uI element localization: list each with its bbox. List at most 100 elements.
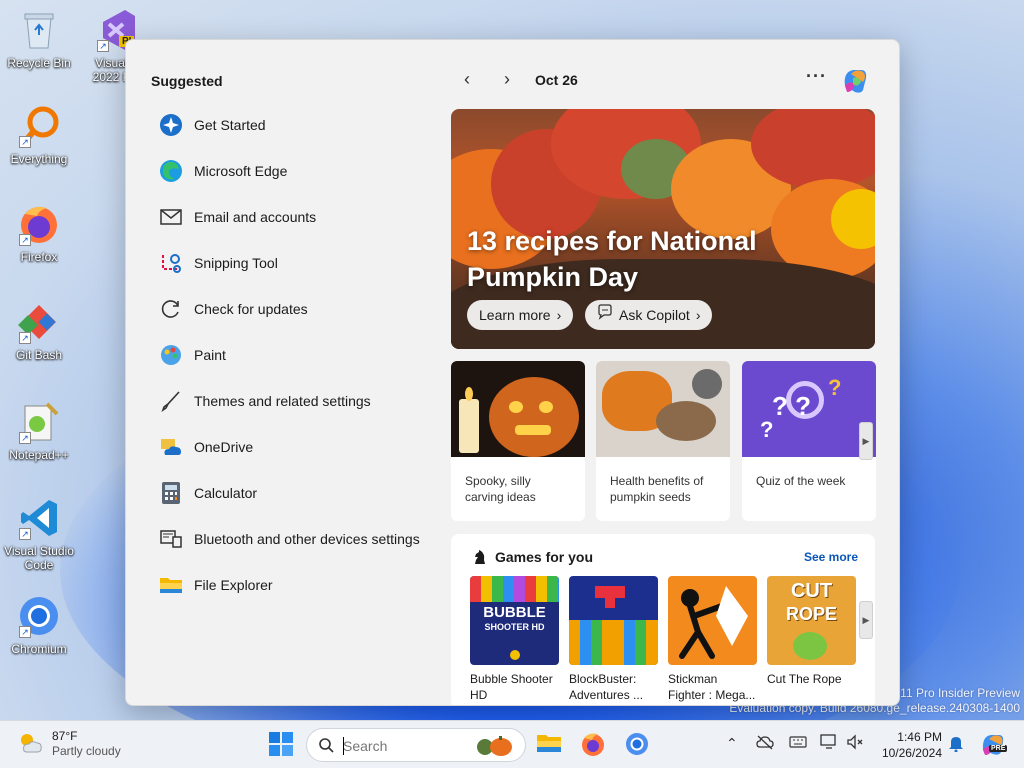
card-caption: Quiz of the week [756, 474, 846, 488]
suggested-item-label: Calculator [194, 485, 258, 501]
desktop-icon-chromium[interactable]: ↗ Chromium [0, 594, 78, 656]
suggested-item-label: File Explorer [194, 577, 273, 593]
games-scroll-right-button[interactable]: ▶ [859, 601, 873, 639]
news-card-carving[interactable]: Spooky, silly carving ideas [451, 361, 585, 521]
folder-icon [158, 572, 184, 598]
next-day-button[interactable]: › [495, 68, 519, 92]
desktop-icon-label: Visual Studio Code [4, 544, 74, 572]
learn-more-label: Learn more [479, 307, 551, 323]
desktop-icon-everything[interactable]: ↗ Everything [0, 104, 78, 166]
file-explorer-taskbar-icon[interactable] [536, 731, 564, 759]
clock-date: 10/26/2024 [881, 746, 942, 760]
keyboard-icon[interactable] [789, 735, 807, 752]
game-bubble-shooter[interactable]: BUBBLE SHOOTER HD Bubble Shooter HD [470, 576, 559, 703]
firefox-icon: ↗ [17, 202, 61, 246]
refresh-icon [158, 296, 184, 322]
copilot-icon[interactable] [839, 64, 871, 96]
shortcut-arrow-icon: ↗ [19, 332, 31, 344]
mail-icon [158, 204, 184, 230]
card-image [596, 361, 730, 457]
copilot-taskbar-icon[interactable]: PRE [979, 730, 1008, 758]
suggested-item-bluetooth[interactable]: Bluetooth and other devices settings [158, 516, 438, 562]
watermark-line1: 11 Pro Insider Preview [900, 686, 1020, 700]
suggested-item-onedrive[interactable]: OneDrive [158, 424, 438, 470]
cloud-offline-icon[interactable] [756, 734, 774, 753]
notepad-plus-plus-icon: ↗ [17, 400, 61, 444]
volume-muted-icon[interactable] [846, 734, 864, 753]
game-title: Cut The Rope [767, 672, 842, 686]
suggested-title: Suggested [151, 73, 223, 89]
suggested-item-label: Themes and related settings [194, 393, 371, 409]
suggested-item-email[interactable]: Email and accounts [158, 194, 438, 240]
clock[interactable]: 1:46 PM 10/26/2024 [878, 729, 942, 761]
suggested-item-paint[interactable]: Paint [158, 332, 438, 378]
partly-cloudy-icon [16, 729, 44, 762]
start-button[interactable] [268, 731, 296, 759]
search-icon [318, 737, 334, 758]
news-card-quiz[interactable]: ? ? ? ? Quiz of the week [742, 361, 876, 521]
taskbar-search[interactable]: Search [306, 728, 526, 762]
get-started-icon [158, 112, 184, 138]
weather-text: 87°F Partly cloudy [52, 729, 121, 762]
desktop-icon-git-bash[interactable]: ↗ Git Bash [0, 300, 78, 362]
display-icon[interactable] [820, 734, 838, 753]
suggested-item-get-started[interactable]: Get Started [158, 102, 438, 148]
news-card-seeds[interactable]: Health benefits of pumpkin seeds [596, 361, 730, 521]
clock-time: 1:46 PM [897, 730, 942, 744]
game-blockbuster[interactable]: BlockBuster: Adventures ... [569, 576, 658, 703]
desktop-icon-vscode[interactable]: ↗ Visual Studio Code [0, 496, 78, 572]
notification-bell-icon[interactable] [948, 734, 964, 755]
desktop-icon-label: Everything [10, 152, 68, 166]
suggested-item-label: Email and accounts [194, 209, 317, 225]
suggested-item-edge[interactable]: Microsoft Edge [158, 148, 438, 194]
snipping-tool-icon [158, 250, 184, 276]
more-options-button[interactable]: ··· [806, 66, 827, 87]
shortcut-arrow-icon: ↗ [19, 432, 31, 444]
suggested-item-updates[interactable]: Check for updates [158, 286, 438, 332]
weather-widget[interactable]: 87°F Partly cloudy [16, 729, 121, 762]
prev-day-button[interactable]: ‹ [455, 68, 479, 92]
suggested-item-calculator[interactable]: Calculator [158, 470, 438, 516]
cards-scroll-right-button[interactable]: ▶ [859, 422, 873, 460]
weather-temp: 87°F [52, 729, 78, 743]
suggested-item-file-explorer[interactable]: File Explorer [158, 562, 438, 608]
calculator-icon [158, 480, 184, 506]
suggested-item-label: Get Started [194, 117, 266, 133]
recycle-bin-icon [17, 8, 61, 52]
chess-knight-icon [471, 548, 489, 566]
card-image: ? ? ? ? [742, 361, 876, 457]
pumpkin-highlight-icon [473, 735, 515, 762]
see-more-link[interactable]: See more [804, 550, 858, 564]
suggested-item-label: Paint [194, 347, 226, 363]
suggested-item-themes[interactable]: Themes and related settings [158, 378, 438, 424]
paint-icon [158, 342, 184, 368]
firefox-taskbar-icon[interactable] [580, 731, 608, 759]
chat-bubble-icon [597, 300, 613, 330]
suggested-item-label: Check for updates [194, 301, 308, 317]
edge-icon [158, 158, 184, 184]
game-art [668, 576, 757, 665]
shortcut-arrow-icon: ↗ [19, 136, 31, 148]
desktop-icon-notepad-plus-plus[interactable]: ↗ Notepad++ [0, 400, 78, 462]
search-placeholder: Search [343, 738, 388, 754]
game-stickman[interactable]: Stickman Fighter : Mega... [668, 576, 757, 703]
ask-copilot-button[interactable]: Ask Copilot › [585, 300, 713, 330]
weather-desc: Partly cloudy [52, 744, 121, 758]
hero-card[interactable]: 13 recipes for National Pumpkin Day Learn… [451, 109, 875, 349]
learn-more-button[interactable]: Learn more › [467, 300, 574, 330]
suggested-item-label: Bluetooth and other devices settings [194, 531, 420, 547]
suggested-item-snipping-tool[interactable]: Snipping Tool [158, 240, 438, 286]
start-panel: Suggested Get Started Microsoft Edge Ema… [125, 39, 900, 706]
git-bash-icon: ↗ [17, 300, 61, 344]
desktop-icon-recycle-bin[interactable]: Recycle Bin [0, 8, 78, 70]
feed-date: Oct 26 [535, 72, 578, 88]
chromium-taskbar-icon[interactable] [624, 731, 652, 759]
desktop-icon-label: Recycle Bin [7, 56, 71, 70]
desktop-icon-firefox[interactable]: ↗ Firefox [0, 202, 78, 264]
desktop-icon-label: Git Bash [15, 348, 63, 362]
game-cut-the-rope[interactable]: CUT ROPE Cut The Rope [767, 576, 856, 687]
copilot-pre-badge: PRE [989, 745, 1008, 752]
card-caption: Health benefits of pumpkin seeds [610, 474, 704, 504]
games-section: Games for you See more BUBBLE SHOOTER HD… [451, 534, 875, 705]
chevron-up-icon[interactable]: ⌃ [726, 735, 738, 752]
